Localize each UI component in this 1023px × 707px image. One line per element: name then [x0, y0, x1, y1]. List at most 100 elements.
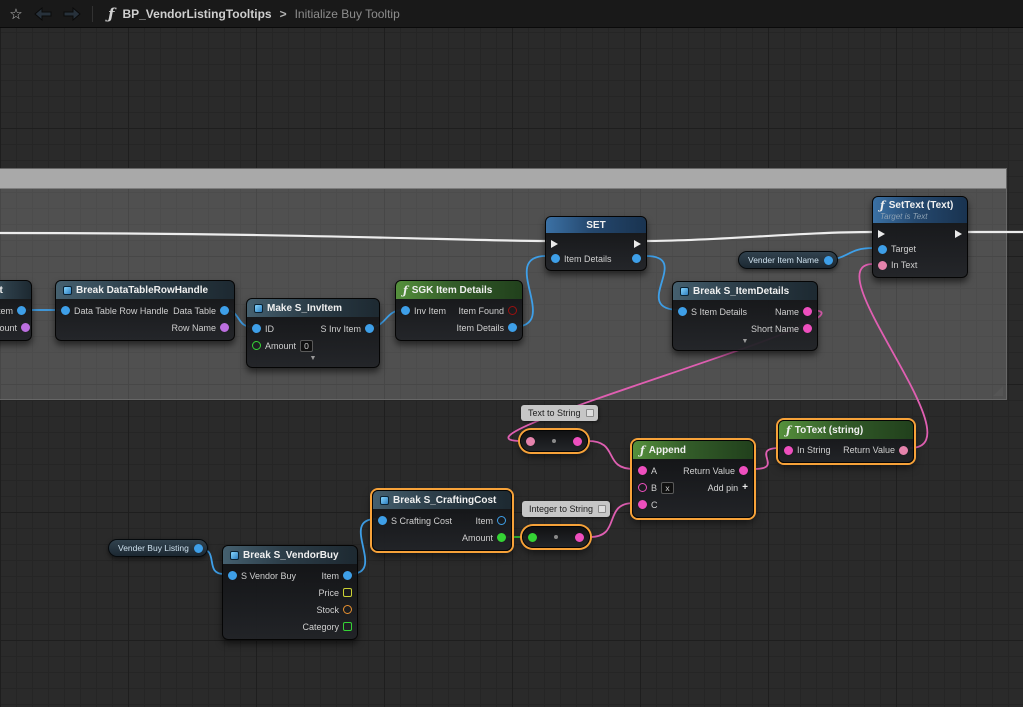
pin-return-value[interactable] [899, 446, 908, 455]
pin-vender-buy-listing-out[interactable] [194, 544, 203, 553]
pin-vender-item-name-out[interactable] [824, 256, 833, 265]
pin-short-name[interactable] [803, 324, 812, 333]
pin-label: mount [0, 323, 17, 333]
pin-item-details-in[interactable] [551, 254, 560, 263]
exec-in-pin[interactable] [878, 230, 885, 238]
pin-s-item-details[interactable] [678, 307, 687, 316]
pin-label: Item Details [456, 323, 504, 333]
node-text-to-string[interactable] [520, 430, 588, 452]
pin-s-inv-item[interactable] [365, 324, 374, 333]
pin-item-details-out[interactable] [632, 254, 641, 263]
pin-return-value[interactable] [739, 466, 748, 475]
node-header: ƒ SetText (Text) Target is Text [873, 197, 967, 223]
pin-stock-out[interactable] [343, 605, 352, 614]
node-settext[interactable]: ƒ SetText (Text) Target is Text Target I… [872, 196, 968, 278]
toolbar-divider [92, 6, 93, 22]
pin-label: S Item Details [691, 307, 747, 317]
breadcrumb-chevron-icon: > [280, 7, 287, 21]
pin-string-out[interactable] [573, 437, 582, 446]
conversion-dot-icon [552, 439, 556, 443]
pin-item-details-out[interactable] [508, 323, 517, 332]
node-collapse-chevron[interactable]: ▼ [673, 337, 817, 346]
pin-string-out[interactable] [575, 533, 584, 542]
pin-inv-item[interactable] [401, 306, 410, 315]
pin-item-out[interactable] [343, 571, 352, 580]
pin-label: Item [475, 516, 493, 526]
bubble-pin-icon[interactable] [598, 505, 606, 513]
pin-label: Data Table Row Handle [74, 306, 168, 316]
node-title-bubble-text-to-string[interactable]: Text to String [521, 405, 598, 421]
node-header: Break S_CraftingCost [373, 491, 511, 509]
pin-s-vendor-buy[interactable] [228, 571, 237, 580]
pin-c[interactable] [638, 500, 647, 509]
pin-item-found[interactable] [508, 306, 517, 315]
favorite-star-icon[interactable]: ☆ [6, 5, 26, 23]
node-collapse-chevron[interactable]: ▼ [247, 354, 379, 363]
pin-amount-out[interactable] [21, 323, 30, 332]
forward-button[interactable] [60, 4, 84, 24]
node-sgk-item-details[interactable]: ƒ SGK Item Details Inv Item Item Found I… [395, 280, 523, 341]
pin-target[interactable] [878, 245, 887, 254]
var-vender-buy-listing[interactable]: Vender Buy Listing [108, 539, 208, 557]
node-set-item-details[interactable]: SET Item Details [545, 216, 647, 271]
node-append[interactable]: ƒ Append A Return Value B x Add pin + [632, 440, 754, 518]
pin-label: Item [321, 571, 339, 581]
node-partial-left[interactable]: st Item mount [0, 280, 32, 341]
add-pin-label: Add pin [708, 483, 739, 493]
pin-in-string[interactable] [784, 446, 793, 455]
node-break-datatablerowhandle[interactable]: Break DataTableRowHandle Data Table Row … [55, 280, 235, 341]
pin-amount-out[interactable] [497, 533, 506, 542]
make-struct-icon [254, 304, 263, 313]
pin-label: Data Table [173, 306, 216, 316]
node-integer-to-string[interactable] [522, 526, 590, 548]
pin-data-table-row-handle[interactable] [61, 306, 70, 315]
amount-value-field[interactable]: 0 [300, 340, 313, 352]
graph-toolbar: ☆ ƒ BP_VendorListingTooltips > Initializ… [0, 0, 1023, 28]
pin-text-in[interactable] [526, 437, 535, 446]
bubble-pin-icon[interactable] [586, 409, 594, 417]
pin-b[interactable] [638, 483, 647, 492]
pin-label: Price [318, 588, 339, 598]
var-vender-item-name[interactable]: Vender Item Name [738, 251, 838, 269]
add-pin-button[interactable]: Add pin + [708, 482, 748, 493]
node-make-s-invitem[interactable]: Make S_InvItem ID S Inv Item Amount 0 ▼ [246, 298, 380, 368]
b-value-field[interactable]: x [661, 482, 674, 494]
pin-in-text[interactable] [878, 261, 887, 270]
pin-item-out[interactable] [497, 516, 506, 525]
pin-amount[interactable] [252, 341, 261, 350]
node-title: Break S_CraftingCost [393, 495, 496, 506]
pin-price-out[interactable] [343, 588, 352, 597]
node-header: ƒ Append [633, 441, 753, 459]
exec-out-pin[interactable] [955, 230, 962, 238]
breadcrumb-parent[interactable]: BP_VendorListingTooltips [122, 7, 271, 21]
variable-label: Vender Item Name [748, 255, 819, 265]
exec-in-pin[interactable] [551, 240, 558, 248]
comment-resize-handle[interactable] [993, 386, 1003, 396]
node-title: SET [586, 220, 605, 231]
pin-item-out[interactable] [17, 306, 26, 315]
pin-label: Name [775, 307, 799, 317]
exec-out-pin[interactable] [634, 240, 641, 248]
pin-a[interactable] [638, 466, 647, 475]
node-title: st [0, 285, 3, 296]
back-button[interactable] [31, 4, 55, 24]
node-break-s-itemdetails[interactable]: Break S_ItemDetails S Item Details Name … [672, 281, 818, 351]
node-title-bubble-integer-to-string[interactable]: Integer to String [522, 501, 610, 517]
pin-s-crafting-cost[interactable] [378, 516, 387, 525]
pin-row-name[interactable] [220, 323, 229, 332]
add-pin-plus-icon: + [742, 482, 748, 493]
node-totext-string[interactable]: ƒ ToText (string) In String Return Value [778, 420, 914, 463]
pin-name[interactable] [803, 307, 812, 316]
node-break-s-craftingcost[interactable]: Break S_CraftingCost S Crafting Cost Ite… [372, 490, 512, 551]
comment-title-bar[interactable] [0, 169, 1006, 189]
pin-label: Inv Item [414, 306, 446, 316]
pin-id[interactable] [252, 324, 261, 333]
node-break-s-vendorbuy[interactable]: Break S_VendorBuy S Vendor Buy Item Pric… [222, 545, 358, 640]
function-icon: ƒ [786, 424, 791, 437]
pin-data-table[interactable] [220, 306, 229, 315]
conversion-dot-icon [554, 535, 558, 539]
pin-label: Item Details [564, 254, 612, 264]
pin-integer-in[interactable] [528, 533, 537, 542]
pin-label: Target [891, 244, 916, 254]
pin-category-out[interactable] [343, 622, 352, 631]
